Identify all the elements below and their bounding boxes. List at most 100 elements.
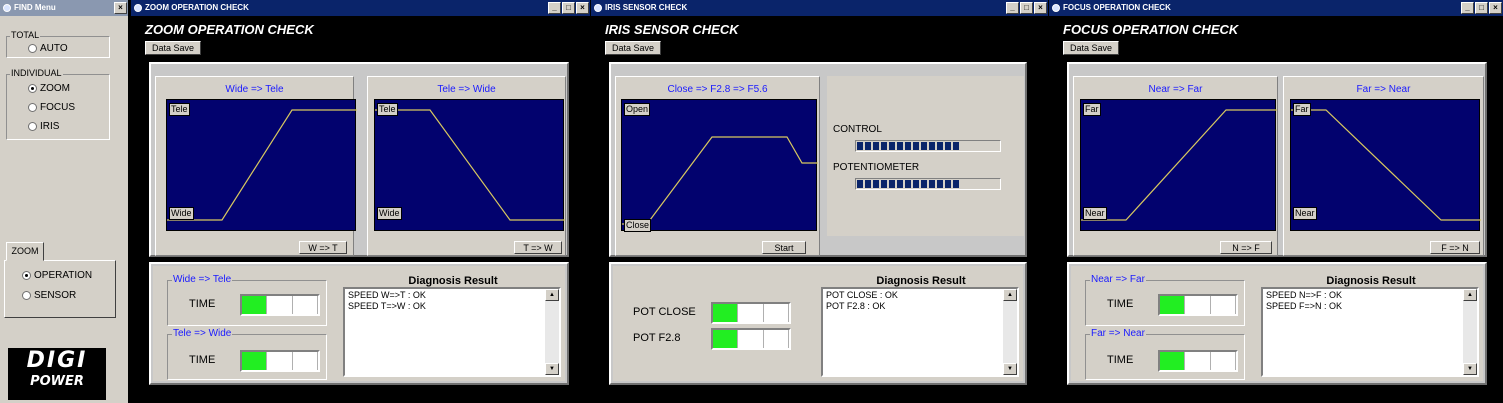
zoom-graph-panel: Wide => Tele Tele Wide W => T Tele => Wi… [149,62,569,257]
zoom-diag-title: Diagnosis Result [408,275,498,287]
logo-digi: DIGI [26,348,88,373]
focus-group1-legend: Near => Far [1090,274,1146,285]
iris-graph-bottom-label: Close [624,219,652,232]
radio-operation[interactable]: OPERATION [22,270,92,281]
focus-graph1-title: Near => Far [1148,84,1203,95]
scrollbar[interactable]: ▲ ▼ [1463,289,1477,375]
close-icon[interactable]: × [114,2,127,14]
scroll-up-icon[interactable]: ▲ [545,289,559,301]
close-icon[interactable]: × [1034,2,1047,14]
iris-window-title: IRIS SENSOR CHECK [605,3,688,12]
zoom-graph1-frame: Wide => Tele Tele Wide W => T [155,76,357,256]
radio-focus-circle[interactable] [28,103,37,112]
radio-iris-label: IRIS [40,121,60,132]
radio-sensor[interactable]: SENSOR [22,290,76,301]
zoom-graph1-title: Wide => Tele [225,84,284,95]
maximize-icon[interactable]: □ [1475,2,1488,14]
focus-group2-legend: Far => Near [1090,328,1146,339]
focus-graph2-frame: Far => Near Far Near F => N [1283,76,1484,256]
focus-data-save-button[interactable]: Data Save [1063,41,1119,55]
zoom-graph2-top-label: Tele [377,103,398,116]
zoom-graph1-plot: Tele Wide [166,99,357,231]
radio-auto-circle[interactable] [28,44,37,53]
focus-graph1-trace [1081,109,1277,221]
iris-level-frame: CONTROL POTENTIOMETER [827,76,1024,236]
close-icon[interactable]: × [576,2,589,14]
iris-result-panel: POT CLOSE POT F2.8 Diagnosis Result POT … [609,262,1027,385]
iris-graph-panel: Close => F2.8 => F5.6 Open Close Start C… [609,62,1027,257]
zoom-graph1-trace [167,109,357,221]
start-button[interactable]: Start [762,241,806,254]
w-to-t-button[interactable]: W => T [299,241,347,254]
iris-graph-trace [622,136,818,225]
zoom-graph2-frame: Tele => Wide Tele Wide T => W [367,76,566,256]
pot-f28-label: POT F2.8 [633,332,681,344]
close-icon[interactable]: × [1489,2,1502,14]
radio-sensor-circle[interactable] [22,291,31,300]
minimize-icon[interactable]: _ [1461,2,1474,14]
radio-zoom-circle[interactable] [28,84,37,93]
list-item: POT CLOSE : OK [826,290,898,300]
tab-zoom[interactable]: ZOOM [6,242,44,261]
maximize-icon[interactable]: □ [562,2,575,14]
radio-zoom[interactable]: ZOOM [28,83,70,94]
find-menu-title: FIND Menu [14,3,56,12]
minimize-icon[interactable]: _ [1006,2,1019,14]
iris-window: IRIS SENSOR CHECK _ □ × IRIS SENSOR CHEC… [591,0,1048,403]
focus-graph1-frame: Near => Far Far Near N => F [1073,76,1278,256]
focus-graph2-title: Far => Near [1356,84,1411,95]
iris-graph-frame: Close => F2.8 => F5.6 Open Close Start [615,76,820,256]
focus-result-inner: Near => Far TIME Far => Near TIME Diagno… [1071,266,1483,381]
zoom-diag-list[interactable]: SPEED W=>T : OK SPEED T=>W : OK ▲ ▼ [343,287,561,377]
zoom-tab-panel [4,260,116,318]
zoom-data-save-button[interactable]: Data Save [145,41,201,55]
radio-iris-circle[interactable] [28,122,37,131]
iris-diag-list[interactable]: POT CLOSE : OK POT F2.8 : OK ▲ ▼ [821,287,1019,377]
iris-title-bar: IRIS SENSOR CHECK _ □ × [591,0,1048,16]
f-to-n-button[interactable]: F => N [1430,241,1480,254]
scroll-down-icon[interactable]: ▼ [1463,363,1477,375]
app-icon [134,4,142,12]
radio-auto-label: AUTO [40,43,68,54]
focus-graph2-bottom-label: Near [1293,207,1317,220]
zoom-window-title: ZOOM OPERATION CHECK [145,3,249,12]
n-to-f-button[interactable]: N => F [1220,241,1272,254]
control-label: CONTROL [833,124,882,135]
zoom-result-panel: Wide => Tele TIME Tele => Wide TIME Diag… [149,262,569,385]
zoom-graph2-title: Tele => Wide [437,84,496,95]
radio-iris[interactable]: IRIS [28,121,59,132]
minimize-icon[interactable]: _ [548,2,561,14]
focus-title-bar: FOCUS OPERATION CHECK _ □ × [1049,0,1503,16]
scroll-down-icon[interactable]: ▼ [545,363,559,375]
focus-graph2-plot: Far Near [1290,99,1481,231]
radio-auto[interactable]: AUTO [28,43,68,54]
total-legend: TOTAL [10,30,41,40]
radio-operation-circle[interactable] [22,271,31,280]
pot-close-label: POT CLOSE [633,306,696,318]
zoom-time1-label: TIME [189,298,216,310]
scrollbar[interactable]: ▲ ▼ [545,289,559,375]
radio-focus[interactable]: FOCUS [28,102,75,113]
digi-power-logo: DIGI POWER [8,348,106,400]
radio-sensor-label: SENSOR [34,290,77,301]
iris-graph-plot: Open Close [621,99,818,232]
iris-data-save-button[interactable]: Data Save [605,41,661,55]
focus-time2-meter [1158,350,1238,372]
scroll-up-icon[interactable]: ▲ [1003,289,1017,301]
scroll-up-icon[interactable]: ▲ [1463,289,1477,301]
focus-window-title: FOCUS OPERATION CHECK [1063,3,1171,12]
focus-time1-meter [1158,294,1238,316]
scrollbar[interactable]: ▲ ▼ [1003,289,1017,375]
potentiometer-progress [855,178,1001,190]
find-menu-title-bar: FIND Menu × [0,0,128,16]
zoom-graph2-trace [375,109,565,221]
scroll-down-icon[interactable]: ▼ [1003,363,1017,375]
radio-focus-label: FOCUS [40,102,75,113]
t-to-w-button[interactable]: T => W [514,241,562,254]
focus-diag-list[interactable]: SPEED N=>F : OK SPEED F=>N : OK ▲ ▼ [1261,287,1479,377]
zoom-window: ZOOM OPERATION CHECK _ □ × ZOOM OPERATIO… [131,0,590,403]
maximize-icon[interactable]: □ [1020,2,1033,14]
focus-time2-label: TIME [1107,354,1134,366]
zoom-graph2-bottom-label: Wide [377,207,402,220]
focus-heading: FOCUS OPERATION CHECK [1063,22,1239,37]
